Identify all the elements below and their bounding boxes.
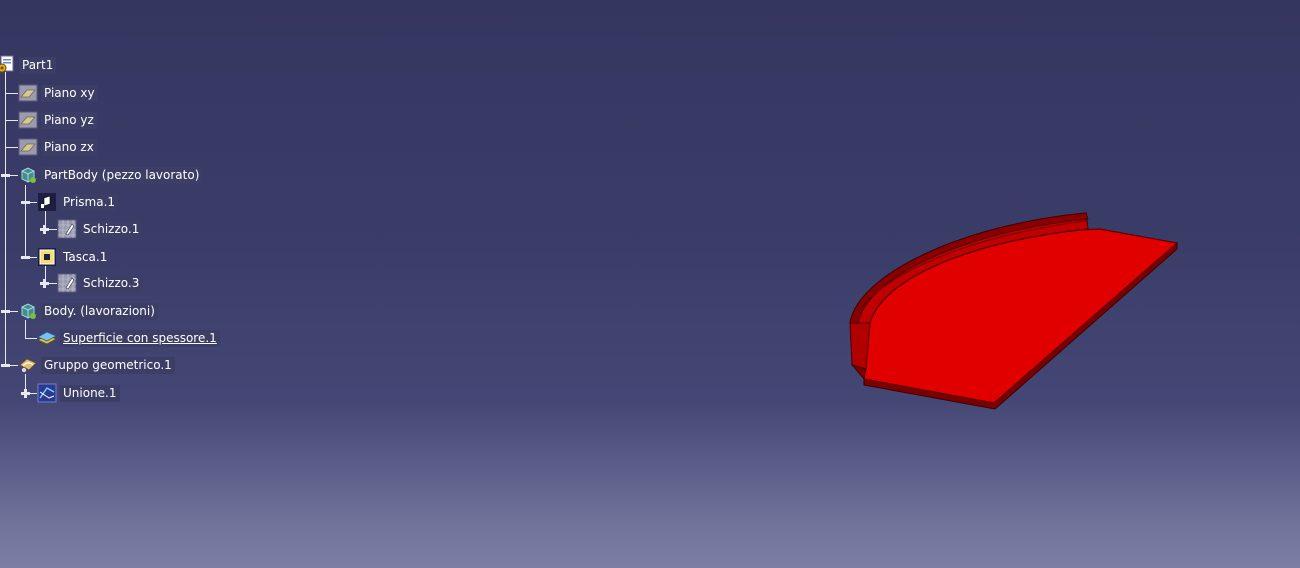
tree-label[interactable]: Body. (lavorazioni) — [41, 302, 158, 320]
tree-node-part1[interactable]: Part1 — [0, 54, 57, 76]
3d-part-model[interactable] — [840, 205, 1190, 420]
geometrical-set-icon — [18, 355, 38, 375]
thick-surface-icon — [37, 328, 57, 348]
pocket-icon — [37, 247, 57, 267]
tree-node-tasca[interactable]: Tasca.1 — [37, 246, 111, 268]
body-icon — [18, 165, 38, 185]
tree-label[interactable]: Schizzo.1 — [80, 220, 143, 238]
body-icon — [18, 301, 38, 321]
part-wall-end — [849, 322, 871, 370]
join-icon — [37, 383, 57, 403]
tree-label[interactable]: Gruppo geometrico.1 — [41, 356, 175, 374]
tree-line-partbody — [25, 185, 26, 257]
tree-label[interactable]: Prisma.1 — [60, 193, 119, 211]
expand-toggle-icon[interactable] — [21, 389, 30, 398]
tree-node-body-lavorazioni[interactable]: Body. (lavorazioni) — [18, 300, 158, 322]
tree-line-root — [5, 72, 6, 365]
tree-node-piano-xy[interactable]: Piano xy — [18, 82, 98, 104]
tree-node-schizzo-1[interactable]: Schizzo.1 — [57, 218, 143, 240]
pad-icon — [37, 192, 57, 212]
tree-branch — [10, 311, 18, 312]
tree-branch — [30, 393, 37, 394]
tree-branch — [25, 338, 37, 339]
tree-branch — [10, 175, 18, 176]
tree-branch — [5, 120, 18, 121]
tree-branch — [5, 147, 18, 148]
collapse-toggle-icon[interactable] — [21, 198, 30, 207]
collapse-toggle-icon[interactable] — [1, 307, 10, 316]
tree-label[interactable]: Piano yz — [41, 111, 97, 129]
tree-branch — [49, 229, 57, 230]
tree-node-piano-yz[interactable]: Piano yz — [18, 109, 97, 131]
tree-label[interactable]: PartBody (pezzo lavorato) — [41, 166, 203, 184]
tree-label[interactable]: Part1 — [19, 56, 57, 74]
tree-node-prisma[interactable]: Prisma.1 — [37, 191, 119, 213]
tree-node-schizzo-3[interactable]: Schizzo.3 — [57, 272, 143, 294]
tree-label[interactable]: Piano zx — [41, 138, 97, 156]
expand-toggle-icon[interactable] — [40, 225, 49, 234]
tree-node-superficie-spessore[interactable]: Superficie con spessore.1 — [37, 327, 220, 349]
collapse-toggle-icon[interactable] — [21, 253, 30, 262]
expand-toggle-icon[interactable] — [40, 279, 49, 288]
sketch-icon — [57, 219, 77, 239]
plane-icon — [18, 83, 38, 103]
tree-branch — [10, 365, 18, 366]
3d-viewport[interactable]: Part1 Piano xy Piano yz Piano zx PartBod… — [0, 0, 1300, 568]
part-document-icon — [0, 55, 16, 75]
tree-branch — [5, 93, 18, 94]
tree-line-body — [25, 320, 26, 338]
tree-label[interactable]: Tasca.1 — [60, 248, 111, 266]
tree-label[interactable]: Piano xy — [41, 84, 98, 102]
tree-node-unione[interactable]: Unione.1 — [37, 382, 120, 404]
collapse-toggle-icon[interactable] — [1, 361, 10, 370]
tree-node-gruppo-geometrico[interactable]: Gruppo geometrico.1 — [18, 354, 175, 376]
specification-tree[interactable]: Part1 Piano xy Piano yz Piano zx PartBod… — [0, 0, 260, 420]
part-top-face — [860, 228, 1179, 404]
sketch-icon — [57, 273, 77, 293]
tree-branch — [49, 283, 57, 284]
tree-label[interactable]: Schizzo.3 — [80, 274, 143, 292]
tree-label[interactable]: Unione.1 — [60, 384, 120, 402]
tree-node-partbody[interactable]: PartBody (pezzo lavorato) — [18, 164, 203, 186]
tree-node-piano-zx[interactable]: Piano zx — [18, 136, 97, 158]
plane-icon — [18, 110, 38, 130]
tree-label[interactable]: Superficie con spessore.1 — [60, 329, 220, 347]
collapse-toggle-icon[interactable] — [1, 171, 10, 180]
plane-icon — [18, 137, 38, 157]
